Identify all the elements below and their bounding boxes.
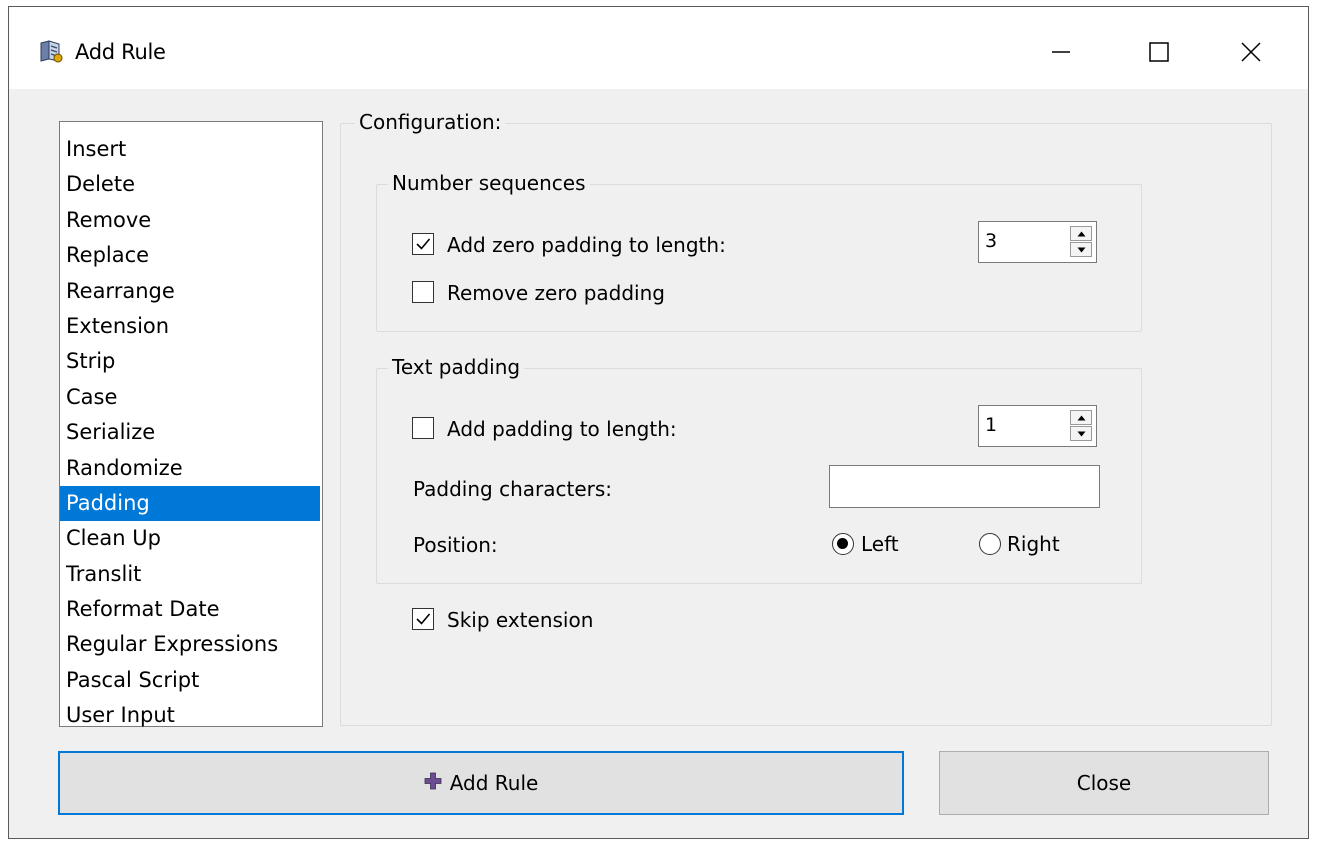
add-padding-label[interactable]: Add padding to length: bbox=[447, 417, 677, 441]
title-bar: Add Rule bbox=[9, 7, 1308, 89]
rule-item-extension[interactable]: Extension bbox=[60, 309, 320, 344]
checkmark-icon bbox=[416, 238, 431, 250]
close-button[interactable]: Close bbox=[939, 751, 1269, 815]
padding-characters-input[interactable] bbox=[829, 465, 1100, 508]
position-label: Position: bbox=[413, 533, 498, 557]
rule-item-reformat-date[interactable]: Reformat Date bbox=[60, 592, 320, 627]
plus-icon bbox=[424, 753, 442, 813]
position-right-label[interactable]: Right bbox=[1007, 532, 1060, 556]
padding-length-spinner[interactable]: 1 bbox=[978, 405, 1097, 447]
padding-length-value[interactable]: 1 bbox=[985, 414, 997, 436]
remove-zero-padding-checkbox[interactable] bbox=[412, 281, 434, 303]
rule-item-rearrange[interactable]: Rearrange bbox=[60, 274, 320, 309]
zero-padding-length-spinner[interactable]: 3 bbox=[978, 221, 1097, 263]
padding-characters-label: Padding characters: bbox=[413, 477, 613, 501]
rule-item-clean-up[interactable]: Clean Up bbox=[60, 521, 320, 556]
minimize-icon bbox=[1052, 51, 1070, 53]
arrow-down-icon bbox=[1077, 247, 1086, 253]
rule-item-strip[interactable]: Strip bbox=[60, 344, 320, 379]
zero-padding-length-value[interactable]: 3 bbox=[985, 230, 997, 252]
text-padding-title: Text padding bbox=[388, 355, 525, 379]
position-left-radio[interactable] bbox=[832, 533, 854, 555]
remove-zero-padding-label[interactable]: Remove zero padding bbox=[447, 281, 665, 305]
radio-selected-dot bbox=[837, 538, 848, 549]
rule-type-list[interactable]: Insert Delete Remove Replace Rearrange E… bbox=[59, 121, 323, 727]
add-zero-padding-label[interactable]: Add zero padding to length: bbox=[447, 233, 726, 257]
arrow-up-icon bbox=[1077, 415, 1086, 421]
rule-item-delete[interactable]: Delete bbox=[60, 167, 320, 202]
spin-up-button[interactable] bbox=[1070, 410, 1092, 425]
spin-up-button[interactable] bbox=[1070, 226, 1092, 241]
rule-item-serialize[interactable]: Serialize bbox=[60, 415, 320, 450]
rule-item-randomize[interactable]: Randomize bbox=[60, 451, 320, 486]
configuration-title: Configuration: bbox=[355, 110, 506, 134]
rule-item-translit[interactable]: Translit bbox=[60, 557, 320, 592]
spin-down-button[interactable] bbox=[1070, 242, 1092, 257]
add-padding-checkbox[interactable] bbox=[412, 417, 434, 439]
rule-item-insert[interactable]: Insert bbox=[60, 132, 320, 167]
rule-item-user-input[interactable]: User Input bbox=[60, 698, 320, 733]
number-sequences-group: Number sequences Add zero padding to len… bbox=[376, 171, 1142, 332]
minimize-button[interactable] bbox=[1031, 27, 1091, 77]
rule-item-remove[interactable]: Remove bbox=[60, 203, 320, 238]
close-icon bbox=[1241, 42, 1261, 62]
skip-extension-label[interactable]: Skip extension bbox=[447, 608, 593, 632]
text-padding-group: Text padding Add padding to length: 1 Pa… bbox=[376, 355, 1142, 584]
configuration-group: Configuration: Number sequences Add zero… bbox=[340, 110, 1272, 726]
maximize-icon bbox=[1149, 42, 1169, 62]
checkmark-icon bbox=[416, 613, 431, 625]
maximize-button[interactable] bbox=[1129, 27, 1189, 77]
arrow-up-icon bbox=[1077, 231, 1086, 237]
rule-book-icon bbox=[39, 39, 63, 63]
rule-item-padding[interactable]: Padding bbox=[60, 485, 320, 522]
rule-item-replace[interactable]: Replace bbox=[60, 238, 320, 273]
position-left-label[interactable]: Left bbox=[861, 532, 899, 556]
spin-down-button[interactable] bbox=[1070, 426, 1092, 441]
rule-item-pascal-script[interactable]: Pascal Script bbox=[60, 663, 320, 698]
position-right-radio[interactable] bbox=[979, 533, 1001, 555]
add-rule-button-label: Add Rule bbox=[449, 771, 539, 795]
close-window-button[interactable] bbox=[1221, 27, 1281, 77]
rule-item-case[interactable]: Case bbox=[60, 380, 320, 415]
skip-extension-checkbox[interactable] bbox=[412, 608, 434, 630]
window-title: Add Rule bbox=[75, 40, 166, 64]
arrow-down-icon bbox=[1077, 431, 1086, 437]
rule-item-regular-expressions[interactable]: Regular Expressions bbox=[60, 627, 320, 662]
add-rule-dialog: Add Rule Insert Delete Remove Replace Re… bbox=[8, 6, 1309, 839]
add-zero-padding-checkbox[interactable] bbox=[412, 233, 434, 255]
add-rule-button[interactable]: Add Rule bbox=[58, 751, 904, 815]
number-sequences-title: Number sequences bbox=[388, 171, 590, 195]
